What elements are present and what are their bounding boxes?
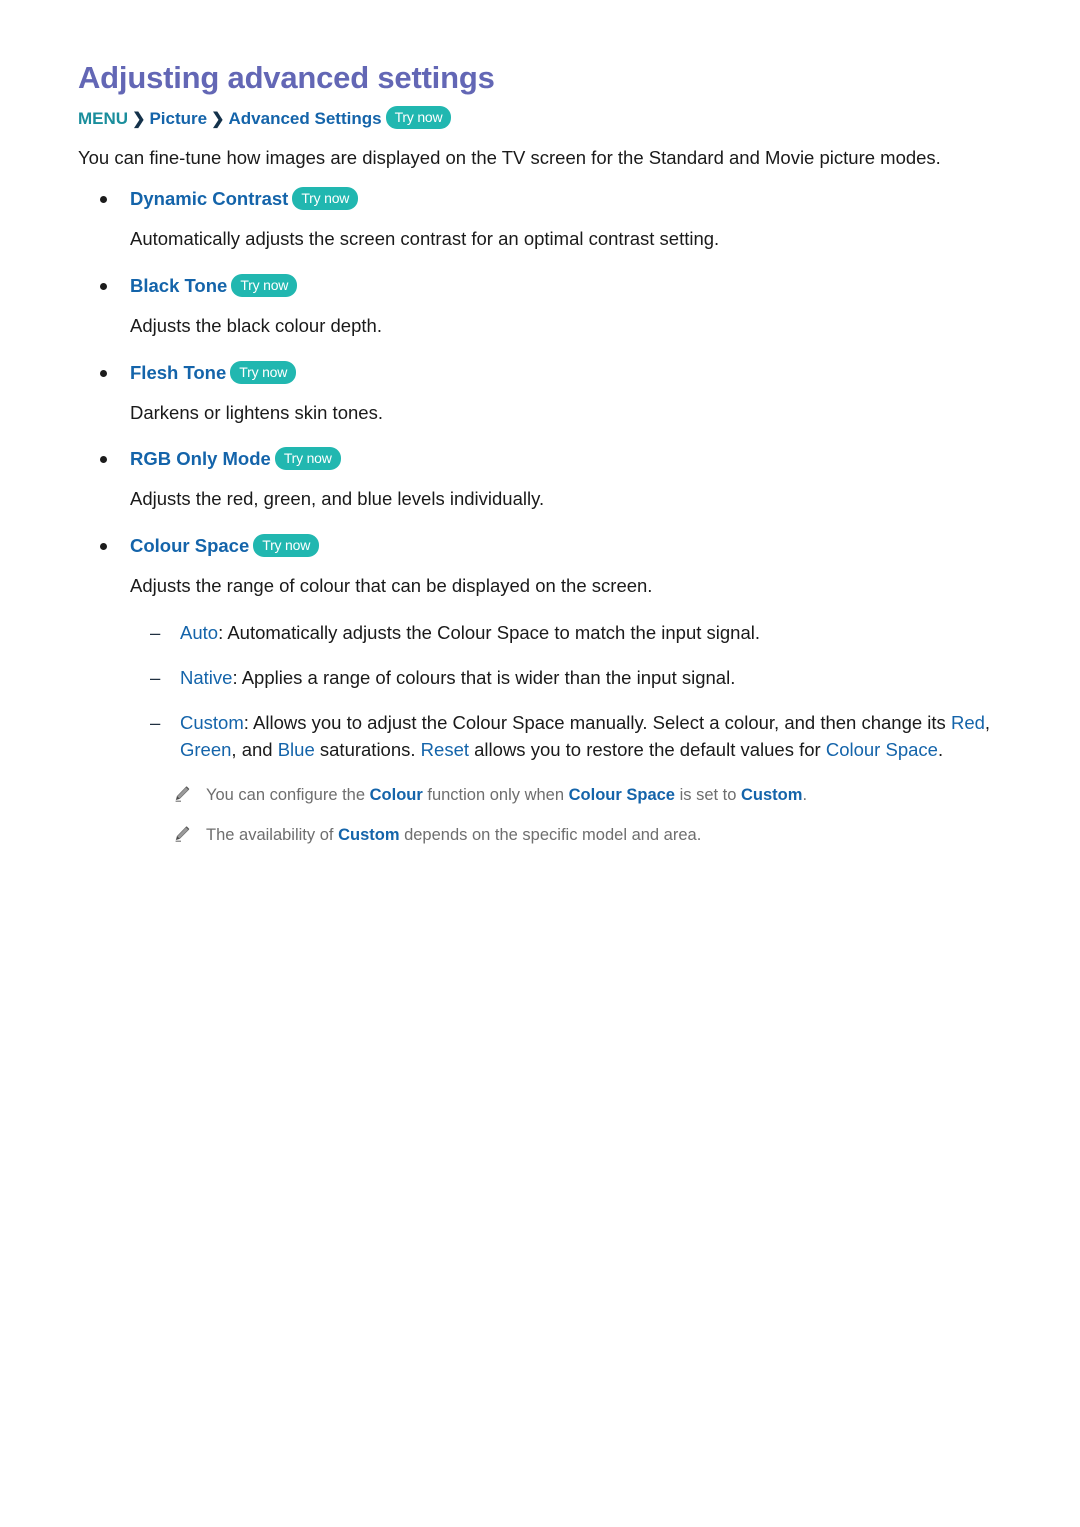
breadcrumb-item-advanced-settings[interactable]: Advanced Settings	[229, 109, 382, 128]
note-item: The availability of Custom depends on th…	[78, 824, 1002, 848]
page-title: Adjusting advanced settings	[78, 60, 495, 95]
list-item: RGB Only Mode Try now	[78, 447, 1002, 471]
dash-marker-icon: –	[150, 666, 161, 688]
bullet-dot-icon	[100, 196, 107, 204]
note-text-part2: function only when	[422, 786, 569, 805]
setting-description-rgb-only-mode: Adjusts the red, green, and blue levels …	[130, 488, 545, 510]
note-text-part4: .	[802, 786, 808, 805]
bullet-dot-icon	[100, 282, 107, 290]
pencil-icon	[173, 785, 191, 803]
sub-item-custom: – Custom: Allows you to adjust the Colour…	[78, 709, 1002, 765]
breadcrumb-item-picture[interactable]: Picture	[149, 109, 207, 128]
note-term-colour-space: Colour Space	[568, 786, 675, 805]
note-term-colour: Colour	[369, 786, 423, 805]
colour-space-options: – Auto: Automatically adjusts the Colour …	[78, 619, 1002, 764]
bullet-dot-icon	[100, 369, 107, 377]
note-text-part2: depends on the specific model and area.	[399, 826, 702, 845]
setting-label: Black Tone	[130, 274, 228, 296]
sub-item-text-custom-part3: saturations.	[314, 739, 421, 761]
sub-item-term-custom: Custom	[180, 711, 244, 733]
list-item: Colour Space Try now	[78, 533, 1002, 558]
term-red: Red	[950, 711, 985, 733]
sub-item-term-auto: Auto	[180, 622, 219, 644]
setting-heading-colour-space: Colour Space Try now	[130, 533, 320, 557]
try-now-badge[interactable]: Try now	[385, 105, 452, 129]
chevron-right-icon: ❯	[132, 110, 146, 128]
sub-item-text-custom-part4: allows you to restore the default values…	[469, 739, 826, 761]
note-text-part1: You can configure the	[206, 786, 370, 805]
document-page: Adjusting advanced settings MENU ❯ Picture…	[0, 0, 1080, 1527]
setting-label: RGB Only Mode	[130, 448, 271, 470]
dash-marker-icon: –	[150, 711, 161, 733]
setting-label: Flesh Tone	[130, 361, 227, 383]
term-colour-space: Colour Space	[825, 739, 938, 761]
chevron-right-icon: ❯	[211, 110, 225, 128]
term-blue: Blue	[277, 739, 315, 761]
bullet-dot-icon	[100, 456, 107, 464]
sub-item-text-native: : Applies a range of colours that is wid…	[232, 666, 736, 688]
breadcrumb: MENU ❯ Picture ❯ Advanced Settings Try now	[78, 105, 1002, 131]
setting-heading-black-tone: Black Tone Try now	[130, 273, 298, 297]
note-item: You can configure the Colour function on…	[78, 784, 1002, 808]
term-green: Green	[180, 739, 232, 761]
intro-paragraph: You can fine-tune how images are display…	[78, 147, 941, 169]
setting-heading-dynamic-contrast: Dynamic Contrast Try now	[130, 187, 359, 211]
try-now-badge[interactable]: Try now	[292, 187, 359, 211]
try-now-badge[interactable]: Try now	[253, 533, 320, 557]
sub-item-text-custom-part5: .	[937, 739, 944, 761]
list-item: Dynamic Contrast Try now	[78, 187, 1002, 211]
sub-item-term-native: Native	[180, 666, 233, 688]
setting-heading-flesh-tone: Flesh Tone Try now	[130, 360, 297, 384]
pencil-icon	[173, 825, 191, 843]
sub-item-text-custom-part1: : Allows you to adjust the Colour Space …	[243, 711, 951, 733]
breadcrumb-menu[interactable]: MENU	[78, 109, 128, 128]
note-text-part1: The availability of	[206, 826, 339, 845]
setting-description-dynamic-contrast: Automatically adjusts the screen contras…	[130, 228, 720, 250]
sub-item-text-custom-part2: , and	[231, 739, 278, 761]
separator-comma: ,	[984, 711, 991, 733]
notes-section: You can configure the Colour function on…	[78, 784, 1002, 848]
try-now-badge[interactable]: Try now	[274, 447, 341, 471]
list-item: Black Tone Try now	[78, 273, 1002, 298]
sub-item-text-auto: : Automatically adjusts the Colour Space…	[218, 622, 761, 644]
setting-description-black-tone: Adjusts the black colour depth.	[130, 314, 382, 336]
bullet-dot-icon	[100, 542, 107, 550]
try-now-badge[interactable]: Try now	[231, 273, 298, 297]
try-now-badge[interactable]: Try now	[230, 360, 297, 384]
note-term-custom: Custom	[338, 826, 400, 845]
note-term-custom: Custom	[741, 786, 803, 805]
dash-marker-icon: –	[150, 622, 161, 644]
term-reset: Reset	[420, 739, 469, 761]
setting-description-flesh-tone: Darkens or lightens skin tones.	[130, 401, 383, 423]
setting-label: Dynamic Contrast	[130, 188, 289, 210]
setting-heading-rgb-only-mode: RGB Only Mode Try now	[130, 447, 341, 471]
note-text-part3: is set to	[674, 786, 742, 805]
setting-label: Colour Space	[130, 534, 250, 556]
settings-list: Dynamic Contrast Try now Automatically ad…	[78, 187, 1002, 601]
sub-item-native: – Native: Applies a range of colours that…	[78, 664, 1002, 692]
sub-item-auto: – Auto: Automatically adjusts the Colour …	[78, 619, 1002, 647]
setting-description-colour-space: Adjusts the range of colour that can be …	[130, 575, 653, 597]
list-item: Flesh Tone Try now	[78, 360, 1002, 385]
